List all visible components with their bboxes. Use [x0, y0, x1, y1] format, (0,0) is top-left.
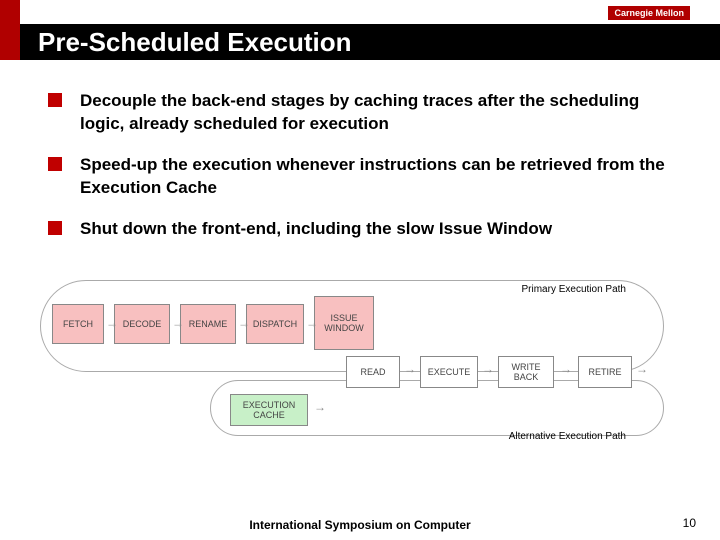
stage-retire: RETIRE	[578, 356, 632, 388]
bullet-item: Speed-up the execution whenever instruct…	[48, 154, 680, 200]
bullet-square-icon	[48, 157, 62, 171]
bullet-item: Shut down the front-end, including the s…	[48, 218, 680, 241]
bullet-text: Shut down the front-end, including the s…	[80, 218, 552, 241]
stage-dispatch: DISPATCH	[246, 304, 304, 344]
arrow-icon: →	[404, 362, 416, 376]
arrow-icon: →	[482, 362, 494, 376]
stage-writeback: WRITE BACK	[498, 356, 554, 388]
bullet-item: Decouple the back-end stages by caching …	[48, 90, 680, 136]
slide-title-bar: Pre-Scheduled Execution	[20, 24, 720, 60]
stage-read: READ	[346, 356, 400, 388]
slide-title: Pre-Scheduled Execution	[38, 27, 352, 58]
stage-issue-window: ISSUE WINDOW	[314, 296, 374, 350]
stage-fetch: FETCH	[52, 304, 104, 344]
pipeline-diagram: Primary Execution Path Alternative Execu…	[30, 280, 690, 450]
footer-text: International Symposium on Computer	[0, 518, 720, 532]
bullet-square-icon	[48, 221, 62, 235]
stage-decode: DECODE	[114, 304, 170, 344]
stage-rename: RENAME	[180, 304, 236, 344]
stage-execution-cache: EXECUTION CACHE	[230, 394, 308, 426]
arrow-icon: →	[306, 316, 318, 330]
arrow-icon: →	[172, 316, 184, 330]
stage-execute: EXECUTE	[420, 356, 478, 388]
arrow-icon: →	[106, 316, 118, 330]
arrow-icon: →	[560, 362, 572, 376]
bullet-square-icon	[48, 93, 62, 107]
arrow-icon: →	[636, 362, 648, 376]
red-accent-bar	[0, 0, 20, 60]
primary-path-label: Primary Execution Path	[522, 284, 627, 295]
bullet-content: Decouple the back-end stages by caching …	[48, 90, 680, 259]
arrow-icon: →	[314, 400, 326, 414]
alternative-path-label: Alternative Execution Path	[509, 431, 626, 442]
page-number: 10	[683, 516, 696, 530]
university-logo: Carnegie Mellon	[608, 6, 690, 20]
bullet-text: Speed-up the execution whenever instruct…	[80, 154, 680, 200]
bullet-text: Decouple the back-end stages by caching …	[80, 90, 680, 136]
arrow-icon: →	[238, 316, 250, 330]
